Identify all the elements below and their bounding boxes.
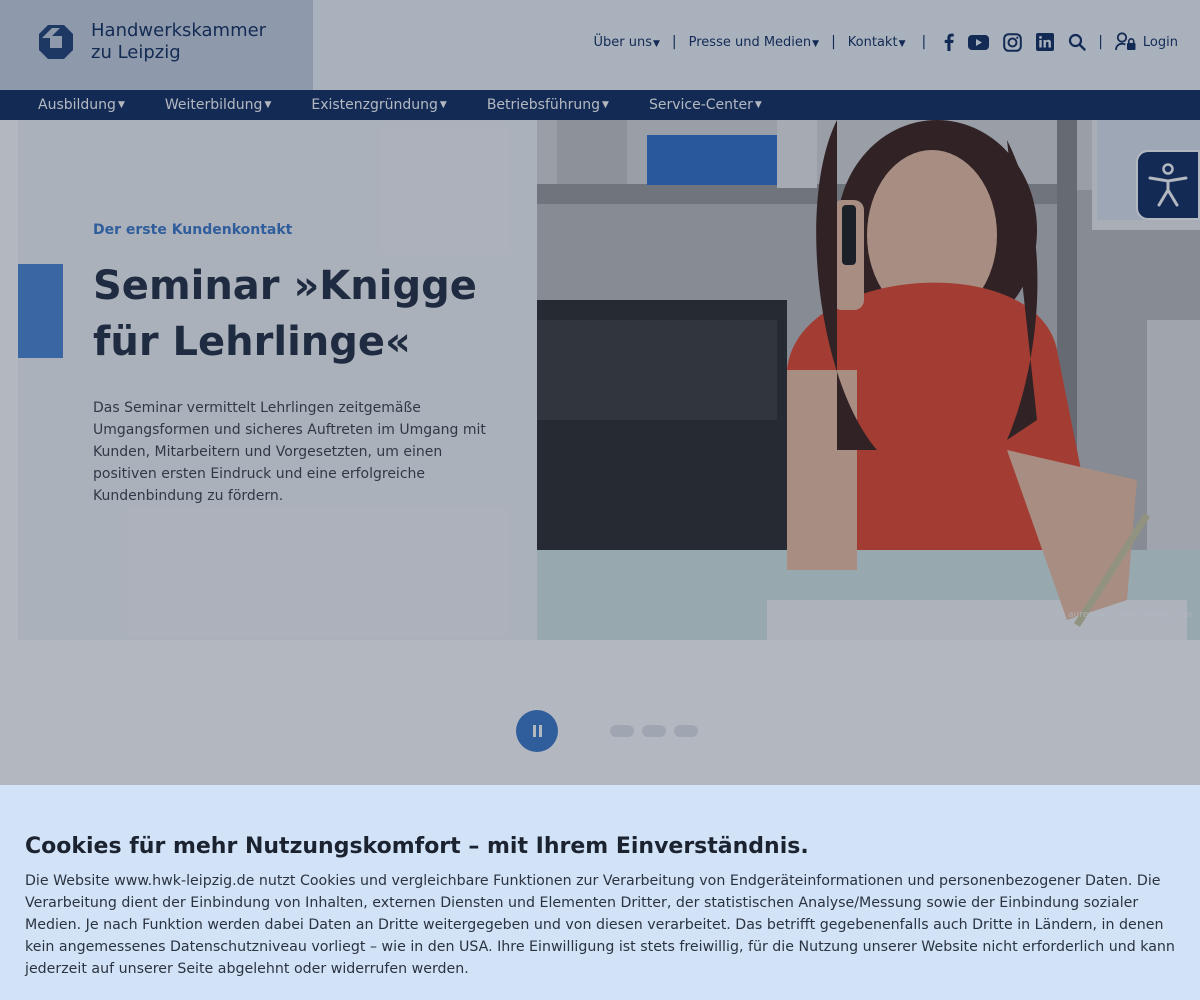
modal-backdrop (0, 0, 1200, 785)
cookie-title: Cookies für mehr Nutzungskomfort – mit I… (25, 834, 809, 859)
cookie-consent-banner: Cookies für mehr Nutzungskomfort – mit I… (0, 785, 1200, 1000)
cookie-text: Die Website www.hwk-leipzig.de nutzt Coo… (25, 873, 1175, 977)
